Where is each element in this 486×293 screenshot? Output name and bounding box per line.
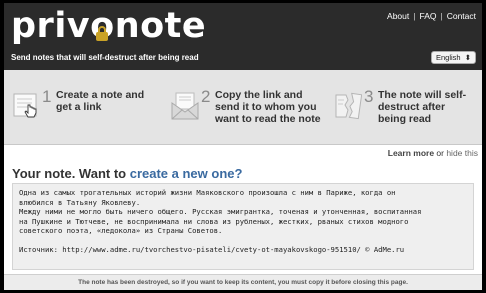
note-line: на Пушкине и Тютчеве, не воспринимала ни… <box>19 216 409 226</box>
how-it-works-steps: 1 Create a note and get a link 2 Copy th… <box>4 70 482 145</box>
note-line: влюбился в Татьяну Яковлеву. <box>19 197 141 207</box>
note-hand-cursor-icon <box>13 93 37 118</box>
about-link[interactable]: About <box>387 11 409 21</box>
tagline: Send notes that will self-destruct after… <box>11 53 199 62</box>
step-3: 3 The note will self-destruct after bein… <box>334 87 480 142</box>
logo-text-end: note <box>114 6 207 46</box>
step-1: 1 Create a note and get a link <box>12 87 162 142</box>
nav-separator: | <box>440 11 443 21</box>
note-heading-text: Your note. Want to <box>12 166 130 181</box>
torn-note-icon <box>335 92 362 120</box>
privnote-logo[interactable]: privonote <box>11 5 206 47</box>
destroyed-warning: The note has been destroyed, so if you w… <box>4 274 482 290</box>
step-number: 2 <box>201 87 211 106</box>
step-2: 2 Copy the link and send it to whom you … <box>171 87 326 142</box>
padlock-icon <box>96 26 109 41</box>
logo-lock-letter: o <box>90 5 115 47</box>
note-spacer <box>19 236 467 245</box>
note-heading: Your note. Want to create a new one? <box>12 166 242 181</box>
page: privonote Send notes that will self-dest… <box>4 3 482 290</box>
step-number: 3 <box>364 87 374 106</box>
step-text: Create a note and get a link <box>56 89 145 113</box>
envelope-icon <box>171 92 199 120</box>
learn-more-bar: Learn more or hide this <box>388 148 478 158</box>
nav-separator: | <box>413 11 416 21</box>
top-nav: About | FAQ | Contact <box>387 11 476 21</box>
note-source-line: Источник: http://www.adme.ru/tvorchestvo… <box>19 244 405 254</box>
create-new-note-link[interactable]: create a new one? <box>130 166 243 181</box>
hide-this-link[interactable]: hide this <box>446 148 478 158</box>
step-text: Copy the link and send it to whom you wa… <box>215 89 321 125</box>
step-text: The note will self-destruct after being … <box>378 89 467 125</box>
header: privonote Send notes that will self-dest… <box>4 3 482 70</box>
note-line: Одна из самых трогательных историй жизни… <box>19 188 396 197</box>
language-value: English <box>436 53 461 62</box>
note-line: Между ними не могло быть ничего общего. … <box>19 207 422 216</box>
note-line: советского поэта, «ледокола» из Страны С… <box>19 226 223 235</box>
contact-link[interactable]: Contact <box>447 11 476 21</box>
learn-or-text: or <box>434 148 447 158</box>
language-select[interactable]: English ⬍ <box>431 51 476 64</box>
note-content[interactable]: Одна из самых трогательных историй жизни… <box>12 183 474 270</box>
select-arrows-icon: ⬍ <box>464 53 471 62</box>
faq-link[interactable]: FAQ <box>419 11 436 21</box>
step-number: 1 <box>42 87 52 106</box>
logo-text-start: priv <box>11 6 91 46</box>
learn-more-link[interactable]: Learn more <box>388 148 434 158</box>
